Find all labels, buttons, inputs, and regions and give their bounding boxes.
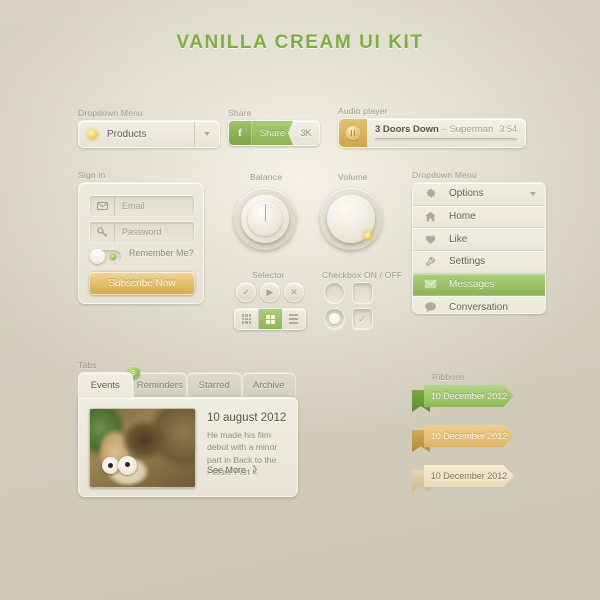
share-caption: Share	[228, 108, 252, 118]
audio-artist: 3 Doors Down	[375, 124, 439, 135]
tab-label: Events	[90, 380, 120, 391]
ribbon-label: 10 December 2012	[424, 385, 514, 407]
close-icon-button[interactable]: ✕	[284, 282, 304, 302]
page-title: VANILLA CREAM UI KIT	[176, 32, 424, 53]
share-count: 3K	[300, 128, 312, 138]
password-placeholder: Password	[122, 227, 162, 237]
speech-bubble-icon	[417, 301, 443, 313]
play-icon-button[interactable]: ▶	[260, 282, 280, 302]
see-more-label: See More	[207, 464, 247, 475]
checkbox-caption: Checkbox ON / OFF	[322, 270, 403, 280]
menu-item-label: Messages	[449, 278, 495, 290]
tab-reminders[interactable]: Reminders 3	[126, 366, 187, 398]
audio-separator: –	[438, 124, 450, 135]
audio-player-caption: Audio player	[338, 106, 388, 116]
email-field[interactable]: Email	[89, 195, 195, 217]
audio-meta: 3 Doors Down – Superman 3:54	[367, 119, 525, 147]
heart-icon	[417, 233, 443, 246]
signin-caption: Sign in	[78, 170, 106, 180]
subscribe-button[interactable]: Subscribe Now	[89, 271, 195, 295]
balance-knob-indicator	[264, 204, 266, 222]
envelope-icon	[90, 196, 115, 216]
chevron-right-icon: ❯	[251, 464, 259, 474]
audio-time: 3:54	[499, 124, 517, 134]
ui-kit-canvas: VANILLA CREAM UI KIT Dropdown Menu Produ…	[0, 0, 600, 600]
ribbon-label: 10 December 2012	[424, 465, 514, 487]
volume-caption: Volume	[338, 172, 368, 182]
balance-caption: Balance	[250, 172, 283, 182]
share-label: Share	[251, 121, 293, 145]
grid-small-icon[interactable]	[235, 309, 259, 329]
view-mode-segmented-control[interactable]	[234, 308, 306, 330]
signin-panel: Email Password Remember Me? Subscribe No…	[78, 182, 204, 304]
menu-item-label: Options	[449, 188, 484, 200]
audio-player[interactable]: 3 Doors Down – Superman 3:54	[338, 118, 526, 148]
email-placeholder: Email	[122, 201, 145, 211]
selector-caption: Selector	[252, 270, 285, 280]
radio-unchecked[interactable]	[324, 282, 345, 303]
ribbon-label: 10 December 2012	[424, 425, 514, 447]
tab-bar: Events Reminders 3 Starred Archive	[78, 366, 296, 398]
key-icon	[90, 222, 115, 242]
share-button[interactable]: f Share 3K	[228, 120, 320, 146]
see-more-link[interactable]: See More ❯	[207, 464, 259, 475]
menu-caption: Dropdown Menu	[412, 170, 477, 180]
volume-knob-indicator	[364, 232, 372, 240]
tab-events[interactable]: Events	[78, 372, 133, 398]
menu-item-label: Like	[449, 233, 468, 245]
tab-starred[interactable]: Starred	[187, 372, 242, 398]
menu-item-label: Home	[449, 210, 476, 222]
ribbons-caption: Ribbons	[432, 372, 465, 382]
products-dropdown[interactable]: Products	[78, 120, 220, 148]
menu-item-label: Settings	[449, 256, 486, 268]
audio-progress-bar[interactable]	[375, 138, 517, 141]
menu-item-conversation[interactable]: Conversation	[413, 296, 545, 313]
checkbox-checked[interactable]: ✓	[352, 308, 373, 329]
list-icon[interactable]	[282, 309, 305, 329]
grid-large-icon[interactable]	[258, 309, 283, 329]
menu-item-options[interactable]: Options	[413, 183, 545, 206]
tab-label: Reminders	[136, 380, 183, 391]
checkbox-unchecked[interactable]	[352, 282, 373, 303]
tab-archive[interactable]: Archive	[241, 372, 296, 398]
home-icon	[417, 210, 443, 223]
tab-label: Archive	[252, 380, 285, 391]
toggle-led-icon	[110, 254, 116, 260]
menu-item-settings[interactable]: Settings	[413, 250, 545, 274]
menu-item-home[interactable]: Home	[413, 205, 545, 229]
remember-me-toggle[interactable]	[90, 249, 122, 265]
check-icon-button[interactable]: ✓	[236, 282, 256, 302]
volume-knob[interactable]	[320, 188, 382, 250]
balance-knob[interactable]	[234, 188, 296, 250]
card-thumbnail	[89, 408, 196, 488]
dropdown-caption: Dropdown Menu	[78, 108, 143, 118]
tab-panel: 10 august 2012 He made his film debut wi…	[78, 397, 298, 497]
wrench-icon	[417, 255, 443, 268]
radio-checked[interactable]	[324, 308, 345, 329]
gear-icon	[417, 187, 443, 200]
password-field[interactable]: Password	[89, 221, 195, 243]
chevron-down-icon[interactable]	[530, 191, 536, 196]
envelope-icon	[417, 279, 443, 289]
tab-label: Starred	[198, 380, 230, 391]
toggle-knob[interactable]	[90, 249, 105, 264]
menu-item-like[interactable]: Like	[413, 228, 545, 251]
menu-item-messages[interactable]: Messages	[413, 273, 545, 297]
remember-me-label: Remember Me?	[129, 248, 194, 258]
audio-song: Superman	[449, 124, 494, 135]
menu-item-label: Conversation	[449, 301, 508, 313]
tabs-caption: Tabs	[78, 360, 97, 370]
card-date: 10 august 2012	[207, 412, 287, 424]
dropdown-menu-list: Options Home Like Settings Messages Conversat…	[412, 182, 546, 314]
dropdown-selected-label: Products	[107, 128, 147, 140]
facebook-icon: f	[229, 121, 251, 145]
pause-icon[interactable]	[339, 119, 367, 147]
chevron-down-icon[interactable]	[194, 122, 219, 146]
bulb-icon	[87, 128, 98, 140]
check-icon: ✓	[357, 311, 368, 326]
